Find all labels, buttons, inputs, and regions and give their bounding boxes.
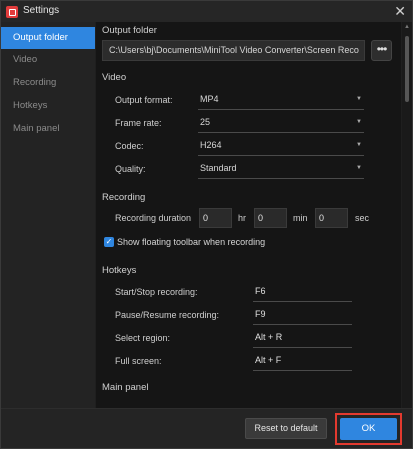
recording-section-title: Recording — [102, 192, 146, 203]
output-format-value: MP4 — [200, 94, 219, 104]
chevron-down-icon: ▼ — [356, 142, 362, 148]
video-section-title: Video — [102, 72, 127, 83]
window-title: Settings — [23, 5, 60, 16]
hotkey-select-region-label: Select region: — [115, 333, 171, 343]
frame-rate-label: Frame rate: — [115, 118, 162, 128]
frame-rate-value: 25 — [200, 117, 211, 127]
dialog-footer: Reset to default OK — [1, 408, 412, 448]
codec-value: H264 — [200, 140, 222, 150]
sidebar-item-video[interactable]: Video — [1, 49, 95, 71]
minutes-unit-label: min — [293, 213, 308, 223]
hotkey-pause-resume-label: Pause/Resume recording: — [115, 310, 220, 320]
hotkey-full-screen-field[interactable]: Alt + F — [253, 352, 352, 371]
hotkeys-section-title: Hotkeys — [102, 265, 137, 276]
output-format-select[interactable]: MP4 ▼ — [198, 90, 364, 110]
output-folder-path-field[interactable]: C:\Users\bj\Documents\MiniTool Video Con… — [102, 40, 365, 61]
settings-content: Output folder C:\Users\bj\Documents\Mini… — [96, 22, 401, 408]
recording-duration-label: Recording duration — [115, 213, 192, 223]
codec-select[interactable]: H264 ▼ — [198, 136, 364, 156]
quality-select[interactable]: Standard ▼ — [198, 159, 364, 179]
chevron-down-icon: ▼ — [356, 165, 362, 171]
hours-unit-label: hr — [238, 213, 247, 223]
settings-sidebar: Output folder Video Recording Hotkeys Ma… — [1, 22, 95, 408]
chevron-down-icon: ▼ — [356, 96, 362, 102]
sidebar-item-main-panel[interactable]: Main panel — [1, 118, 95, 140]
duration-seconds-input[interactable]: 0 — [315, 208, 348, 228]
duration-minutes-input[interactable]: 0 — [254, 208, 287, 228]
scroll-up-icon[interactable]: ▲ — [404, 24, 410, 30]
codec-label: Codec: — [115, 141, 144, 151]
quality-value: Standard — [200, 163, 237, 173]
content-scrollbar[interactable]: ▲ — [402, 22, 412, 408]
sidebar-item-output-folder[interactable]: Output folder — [1, 27, 95, 49]
settings-window: Settings ✕ Output folder Video Recording… — [0, 0, 413, 449]
output-folder-title: Output folder — [102, 25, 157, 36]
sidebar-item-hotkeys[interactable]: Hotkeys — [1, 95, 95, 117]
frame-rate-select[interactable]: 25 ▼ — [198, 113, 364, 133]
chevron-down-icon: ▼ — [356, 119, 362, 125]
floating-toolbar-checkbox[interactable]: ✓ — [104, 237, 114, 247]
hotkey-select-region-field[interactable]: Alt + R — [253, 329, 352, 348]
app-icon — [6, 6, 18, 18]
close-icon[interactable]: ✕ — [394, 2, 406, 20]
hotkey-pause-resume-field[interactable]: F9 — [253, 306, 352, 325]
floating-toolbar-label[interactable]: Show floating toolbar when recording — [117, 237, 265, 247]
seconds-unit-label: sec — [355, 213, 370, 223]
hotkey-full-screen-label: Full screen: — [115, 356, 162, 366]
ok-button[interactable]: OK — [340, 418, 397, 440]
hotkey-start-stop-field[interactable]: F6 — [253, 283, 352, 302]
duration-hours-input[interactable]: 0 — [199, 208, 232, 228]
output-format-label: Output format: — [115, 95, 173, 105]
browse-folder-button[interactable]: ••• — [371, 40, 392, 61]
scrollbar-thumb[interactable] — [405, 36, 409, 102]
hotkey-start-stop-label: Start/Stop recording: — [115, 287, 198, 297]
title-bar: Settings ✕ — [1, 1, 412, 22]
main-panel-section-title: Main panel — [102, 382, 149, 393]
quality-label: Quality: — [115, 164, 146, 174]
sidebar-item-recording[interactable]: Recording — [1, 72, 95, 94]
reset-to-default-button[interactable]: Reset to default — [245, 418, 327, 439]
